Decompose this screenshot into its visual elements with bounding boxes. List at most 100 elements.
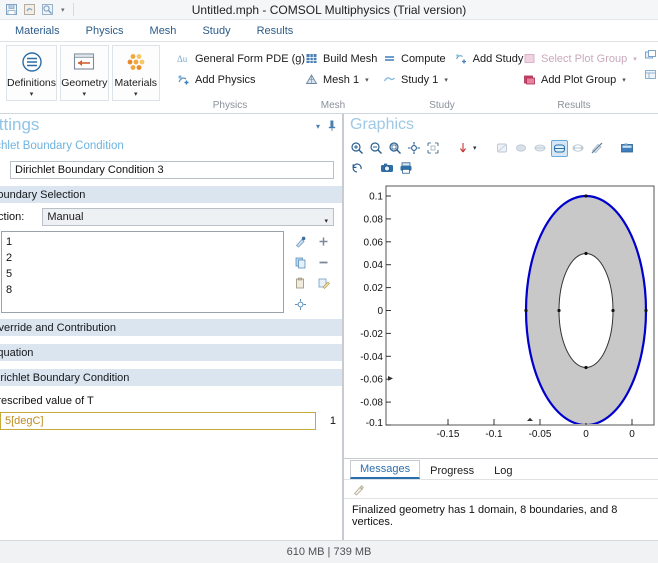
reset-desktop-icon[interactable] xyxy=(642,66,658,83)
remove-icon[interactable] xyxy=(312,252,334,272)
settings-panel-title: Settings xyxy=(0,115,40,134)
windows-icon[interactable] xyxy=(642,47,658,64)
section-header-equation[interactable]: Equation xyxy=(0,343,342,361)
orientation-caret[interactable]: ▾ xyxy=(473,144,481,152)
memory-status: 610 MB | 739 MB xyxy=(286,546,372,558)
list-item[interactable]: 2 xyxy=(6,250,279,266)
image-snapshot-icon[interactable] xyxy=(619,140,636,157)
panel-controls: ▾ xyxy=(316,120,336,133)
definitions-button[interactable]: Definitions ▾ xyxy=(6,45,58,101)
tab-materials[interactable]: Materials xyxy=(2,20,73,42)
clear-messages-icon[interactable] xyxy=(350,481,367,498)
tab-study[interactable]: Study xyxy=(189,20,243,42)
selection-dropdown-value: Manual xyxy=(47,211,84,223)
svg-text:-0.1: -0.1 xyxy=(366,418,384,429)
selection-dropdown[interactable]: Manual ▾ xyxy=(42,208,334,226)
select-plot-group-icon xyxy=(522,51,537,66)
definitions-caret[interactable]: ▾ xyxy=(30,91,34,98)
geometry-button[interactable]: Geometry ▾ xyxy=(60,45,109,101)
section-header-override-and-contribution[interactable]: Override and Contribution xyxy=(0,318,342,336)
ribbon: Definitions ▾ Geometry ▾ Materials ▾ Δu … xyxy=(0,42,658,114)
zoom-extents-icon[interactable] xyxy=(405,140,422,157)
study1-button[interactable]: Study 1 ▾ xyxy=(378,70,527,89)
chevron-down-icon[interactable]: ▾ xyxy=(316,122,320,131)
mesh1-caret[interactable]: ▾ xyxy=(365,76,369,84)
print-icon[interactable] xyxy=(397,160,414,177)
graphics-toolbar: ▾ xyxy=(344,138,658,178)
camera-icon[interactable] xyxy=(378,160,395,177)
materials-button[interactable]: Materials ▾ xyxy=(111,45,160,101)
section-header-dirichlet-boundary-condition-text: Dirichlet Boundary Condition xyxy=(0,372,130,384)
label-input[interactable] xyxy=(10,161,334,179)
axis-orientation-icon[interactable] xyxy=(454,140,471,157)
definitions-icon xyxy=(18,50,46,76)
wireframe-icon[interactable] xyxy=(532,140,549,157)
zoom-selected-icon[interactable] xyxy=(289,294,311,314)
svg-text:-0.08: -0.08 xyxy=(360,398,383,409)
tab-messages[interactable]: Messages xyxy=(350,460,421,479)
build-mesh-button[interactable]: Build Mesh xyxy=(300,49,381,68)
list-item[interactable]: 1 xyxy=(6,234,279,250)
tab-physics[interactable]: Physics xyxy=(73,20,137,42)
compute-button[interactable]: Compute xyxy=(378,49,450,68)
list-item[interactable]: 5 xyxy=(6,266,279,282)
svg-text:0: 0 xyxy=(377,306,383,317)
prescribed-value-input[interactable] xyxy=(0,412,316,430)
zoom-in-icon[interactable] xyxy=(348,140,365,157)
zoom-box-icon[interactable] xyxy=(386,140,403,157)
label-field-row xyxy=(0,157,342,185)
chevron-down-icon: ▾ xyxy=(324,218,328,225)
mesh1-label: Mesh 1 xyxy=(323,73,360,86)
boundary-list-area: 1 2 5 8 xyxy=(0,229,342,318)
boundary-selection-list[interactable]: 1 2 5 8 xyxy=(1,231,284,313)
messages-toolbar xyxy=(344,479,658,499)
settings-node-title-text: Dirichlet Boundary Condition xyxy=(0,140,124,152)
svg-text:0.08: 0.08 xyxy=(364,214,384,225)
hide-icon[interactable] xyxy=(589,140,606,157)
ribbon-group-study-label: Study xyxy=(429,100,455,111)
materials-icon xyxy=(122,50,150,76)
measure-icon[interactable] xyxy=(570,140,587,157)
svg-text:-0.1: -0.1 xyxy=(485,429,503,440)
settings-panel: Settings ▾ Dirichlet Boundary Condition … xyxy=(0,114,343,540)
messages-tabs: Messages Progress Log xyxy=(344,459,658,479)
add-plot-group-caret[interactable]: ▾ xyxy=(622,76,626,84)
section-header-boundary-selection[interactable]: Boundary Selection xyxy=(0,185,342,203)
active-icon[interactable] xyxy=(289,231,311,251)
section-header-dirichlet-boundary-condition[interactable]: Dirichlet Boundary Condition xyxy=(0,368,342,386)
messages-panel: Messages Progress Log Finalized geometry… xyxy=(344,458,658,540)
svg-text:-0.06: -0.06 xyxy=(360,375,383,386)
select-plot-group-label: Select Plot Group xyxy=(541,52,628,65)
select-plot-group-button[interactable]: Select Plot Group ▾ xyxy=(518,49,641,68)
clear-icon[interactable] xyxy=(312,273,334,293)
zoom-out-icon[interactable] xyxy=(367,140,384,157)
list-item[interactable]: 8 xyxy=(6,282,279,298)
add-icon[interactable] xyxy=(312,231,334,251)
paste-icon[interactable] xyxy=(289,273,311,293)
geometry-plot[interactable]: 0.1 0.08 0.06 0.04 0.02 0 -0.02 -0.04 -0… xyxy=(344,180,658,452)
study1-caret[interactable]: ▾ xyxy=(444,76,448,84)
pin-icon[interactable] xyxy=(328,120,336,133)
mesh1-button[interactable]: Mesh 1 ▾ xyxy=(300,70,381,89)
window-title: Untitled.mph - COMSOL Multiphysics (Tria… xyxy=(191,3,467,17)
svg-text:Δu: Δu xyxy=(177,54,188,64)
scene-light-icon[interactable] xyxy=(513,140,530,157)
tab-log[interactable]: Log xyxy=(484,462,522,479)
selection-label: Selection: xyxy=(0,211,25,223)
definitions-label: Definitions xyxy=(7,77,57,89)
zoom-to-selection-icon[interactable] xyxy=(424,140,441,157)
select-mode-icon[interactable] xyxy=(550,139,568,157)
tab-mesh[interactable]: Mesh xyxy=(137,20,190,42)
ribbon-group-main: Definitions ▾ Geometry ▾ Materials ▾ xyxy=(0,42,166,114)
materials-caret[interactable]: ▾ xyxy=(134,91,138,98)
tab-results[interactable]: Results xyxy=(244,20,307,42)
transparency-icon[interactable] xyxy=(494,140,511,157)
svg-text:-0.15: -0.15 xyxy=(437,429,460,440)
tab-progress[interactable]: Progress xyxy=(420,462,484,479)
geometry-caret[interactable]: ▾ xyxy=(83,91,87,98)
svg-text:0.06: 0.06 xyxy=(364,237,384,248)
plot-area[interactable]: 0.1 0.08 0.06 0.04 0.02 0 -0.02 -0.04 -0… xyxy=(344,180,658,452)
add-plot-group-button[interactable]: Add Plot Group ▾ xyxy=(518,70,641,89)
reset-view-icon[interactable] xyxy=(348,160,365,177)
copy-icon[interactable] xyxy=(289,252,311,272)
